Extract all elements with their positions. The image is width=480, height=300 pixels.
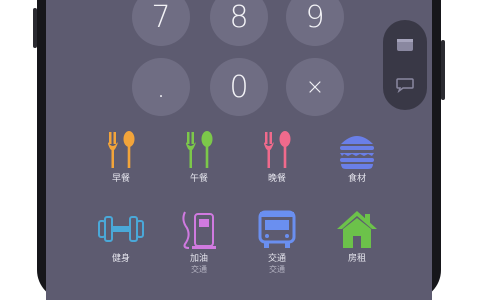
side-toolbar <box>383 20 427 110</box>
category-label: 晚餐 <box>267 174 286 184</box>
delete-key[interactable]: × <box>286 58 344 116</box>
category-fuel[interactable]: 加油 交通 <box>164 208 234 274</box>
house-icon <box>337 211 377 248</box>
power-button <box>441 40 445 100</box>
chat-bubble-icon <box>396 78 414 93</box>
category-rent[interactable]: 房租 <box>322 208 392 265</box>
page-indicator <box>46 292 432 300</box>
bus-icon <box>258 210 296 248</box>
app-screen: 7 8 9 . 0 × 早餐 午餐 晚餐 食材 健身 加油 交通 交通 交通 房… <box>46 0 432 300</box>
key-7[interactable]: 7 <box>132 0 190 46</box>
category-transport[interactable]: 交通 交通 <box>242 208 312 274</box>
category-fitness[interactable]: 健身 <box>86 208 156 265</box>
burger-icon <box>340 136 374 169</box>
dumbbell-icon <box>98 216 144 242</box>
category-label: 早餐 <box>111 174 130 184</box>
key-9[interactable]: 9 <box>286 0 344 46</box>
category-label: 健身 <box>111 254 130 264</box>
category-sublabel: 交通 <box>191 265 207 274</box>
comment-button[interactable] <box>392 72 418 98</box>
lunch-utensils-icon <box>186 131 213 168</box>
category-label: 房租 <box>347 254 366 264</box>
calendar-icon <box>397 39 413 51</box>
dinner-utensils-icon <box>264 131 291 168</box>
key-dot[interactable]: . <box>132 58 190 116</box>
category-ingredients[interactable]: 食材 <box>322 128 392 185</box>
volume-button <box>33 8 37 48</box>
fuel-pump-icon <box>182 211 216 249</box>
key-8[interactable]: 8 <box>210 0 268 46</box>
category-label: 交通 <box>267 254 286 264</box>
breakfast-utensils-icon <box>108 131 135 168</box>
category-label: 午餐 <box>189 174 208 184</box>
key-0[interactable]: 0 <box>210 58 268 116</box>
category-breakfast[interactable]: 早餐 <box>86 128 156 185</box>
category-sublabel: 交通 <box>269 265 285 274</box>
category-dinner[interactable]: 晚餐 <box>242 128 312 185</box>
category-lunch[interactable]: 午餐 <box>164 128 234 185</box>
category-label: 加油 <box>189 254 208 264</box>
category-label: 食材 <box>347 174 366 184</box>
calendar-button[interactable] <box>392 32 418 58</box>
